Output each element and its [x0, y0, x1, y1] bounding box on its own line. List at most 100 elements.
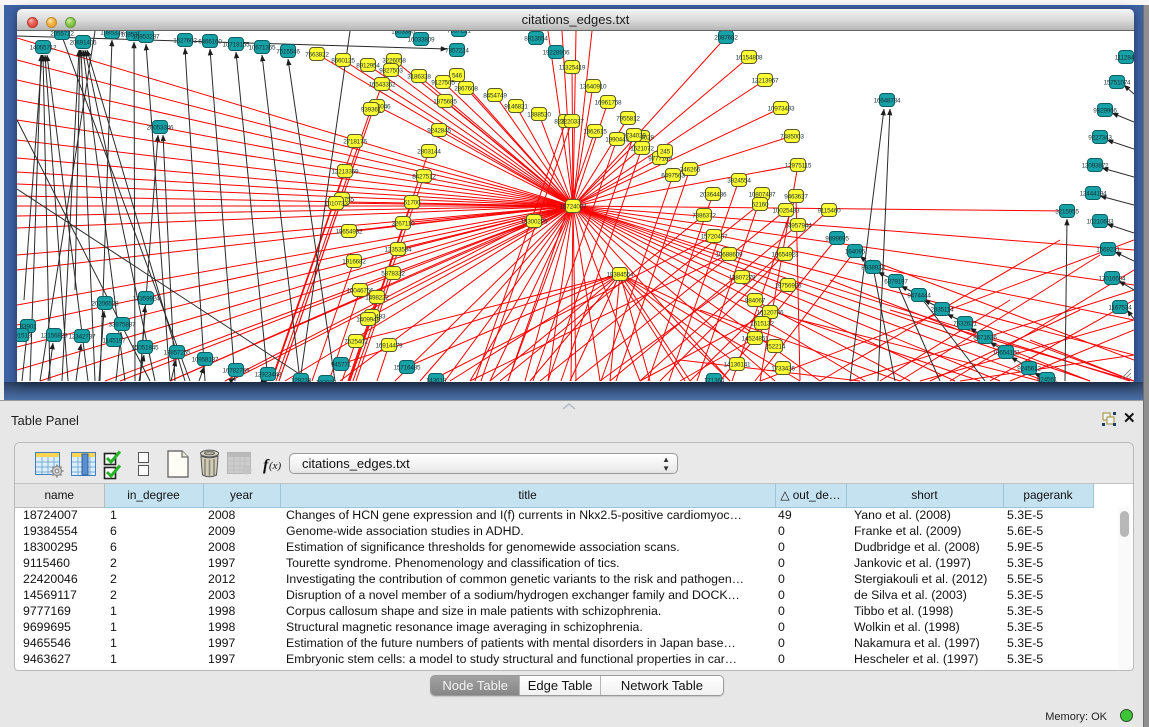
- svg-text:1145197: 1145197: [102, 337, 126, 344]
- svg-text:9474444: 9474444: [907, 292, 931, 299]
- svg-text:9115460: 9115460: [817, 207, 841, 214]
- svg-text:984067: 984067: [745, 297, 766, 304]
- svg-text:252214: 252214: [765, 343, 786, 350]
- svg-text:14524851: 14524851: [742, 335, 769, 342]
- svg-text:10853287: 10853287: [133, 33, 160, 40]
- svg-text:1409948: 1409948: [356, 316, 380, 323]
- svg-text:13807279: 13807279: [729, 274, 756, 281]
- svg-text:9463627: 9463627: [784, 193, 808, 200]
- svg-text:1167534: 1167534: [1108, 304, 1132, 311]
- svg-text:16961758: 16961758: [595, 99, 622, 106]
- svg-text:391513: 391513: [17, 332, 32, 339]
- svg-text:19654932: 19654932: [336, 228, 363, 235]
- svg-text:1112843: 1112843: [1115, 54, 1134, 61]
- svg-text:182923: 182923: [316, 379, 337, 382]
- svg-text:12342737: 12342737: [69, 333, 96, 340]
- svg-text:20691406: 20691406: [70, 39, 97, 46]
- svg-text:12213369: 12213369: [332, 168, 359, 175]
- svg-text:245: 245: [660, 148, 671, 155]
- svg-text:19654923: 19654923: [772, 251, 799, 258]
- svg-text:8427512: 8427512: [412, 173, 436, 180]
- svg-text:7663822: 7663822: [305, 51, 329, 58]
- svg-text:546: 546: [452, 72, 463, 79]
- svg-text:1388520: 1388520: [527, 111, 551, 118]
- svg-text:3186328: 3186328: [407, 73, 431, 80]
- svg-text:15751074: 15751074: [1104, 79, 1131, 86]
- svg-text:13640910: 13640910: [580, 83, 607, 90]
- svg-text:16782759: 16782759: [223, 367, 250, 374]
- svg-text:19756928: 19756928: [775, 282, 802, 289]
- svg-text:6497563: 6497563: [661, 172, 685, 179]
- svg-text:9329966: 9329966: [1093, 107, 1117, 114]
- svg-text:7955812: 7955812: [616, 115, 640, 122]
- svg-text:924561: 924561: [1037, 376, 1058, 382]
- svg-text:7485003: 7485003: [780, 133, 804, 140]
- svg-text:1569231: 1569231: [1096, 246, 1120, 253]
- svg-text:1990443: 1990443: [605, 136, 629, 143]
- svg-text:12156829: 12156829: [41, 332, 68, 339]
- svg-text:12213967: 12213967: [752, 77, 779, 84]
- svg-text:6879197: 6879197: [884, 278, 908, 285]
- svg-text:10958187: 10958187: [192, 356, 219, 363]
- svg-text:62160: 62160: [752, 201, 769, 208]
- svg-text:10719155: 10719155: [223, 41, 250, 48]
- svg-text:16033809: 16033809: [408, 36, 435, 43]
- svg-text:10671355: 10671355: [249, 44, 276, 51]
- svg-text:164095: 164095: [845, 248, 866, 255]
- svg-text:19384554: 19384554: [607, 271, 634, 278]
- svg-text:1498222: 1498222: [365, 294, 389, 301]
- svg-text:7632621: 7632621: [953, 320, 977, 327]
- svg-text:10654122: 10654122: [993, 349, 1020, 356]
- svg-text:14957944: 14957944: [785, 222, 812, 229]
- svg-text:9127505: 9127505: [431, 79, 455, 86]
- svg-text:7386372: 7386372: [692, 212, 716, 219]
- svg-text:2935114: 2935114: [930, 306, 954, 313]
- svg-text:10025433: 10025433: [773, 207, 800, 214]
- svg-text:7857221: 7857221: [447, 31, 471, 34]
- svg-text:7857224: 7857224: [445, 47, 469, 54]
- svg-text:7625402: 7625402: [344, 338, 368, 345]
- svg-text:143613: 143613: [426, 377, 447, 382]
- svg-text:1615132: 1615132: [750, 320, 774, 327]
- svg-text:2867608: 2867608: [454, 85, 478, 92]
- svg-text:20364436: 20364436: [700, 191, 727, 198]
- svg-text:8912954: 8912954: [356, 62, 380, 69]
- svg-text:15716485: 15716485: [394, 364, 421, 371]
- svg-text:15720407: 15720407: [701, 233, 728, 240]
- svg-text:17359924: 17359924: [133, 295, 160, 302]
- svg-text:2087682: 2087682: [714, 34, 738, 41]
- svg-text:1527602: 1527602: [173, 37, 197, 44]
- svg-text:12353584: 12353584: [385, 246, 412, 253]
- svg-text:61700: 61700: [404, 199, 421, 206]
- svg-text:16914479: 16914479: [376, 342, 403, 349]
- svg-text:20053346: 20053346: [147, 124, 174, 131]
- svg-text:9146821: 9146821: [504, 103, 528, 110]
- svg-text:15300275: 15300275: [521, 218, 548, 225]
- svg-text:1875685: 1875685: [433, 98, 457, 105]
- svg-text:3824554: 3824554: [727, 177, 751, 184]
- svg-text:(x): (x): [269, 460, 282, 472]
- svg-text:2803144: 2803144: [417, 148, 441, 155]
- svg-text:12923448: 12923448: [255, 371, 282, 378]
- svg-text:9245612: 9245612: [1017, 365, 1041, 372]
- svg-text:8813054: 8813054: [524, 35, 548, 42]
- svg-text:17016504: 17016504: [1099, 275, 1126, 282]
- svg-text:9327503: 9327503: [379, 67, 403, 74]
- svg-text:1916682: 1916682: [342, 258, 366, 265]
- svg-text:6466160: 6466160: [198, 38, 222, 45]
- svg-text:33975887: 33975887: [109, 321, 136, 328]
- svg-text:12444194: 12444194: [1080, 190, 1107, 197]
- svg-text:129234: 129234: [291, 377, 312, 382]
- svg-text:945771: 945771: [331, 361, 352, 368]
- svg-text:14136141: 14136141: [724, 361, 751, 368]
- svg-text:939361: 939361: [361, 106, 382, 113]
- svg-text:10688609: 10688609: [716, 251, 743, 258]
- svg-text:3220337: 3220337: [560, 118, 584, 125]
- svg-text:16543362: 16543362: [369, 81, 396, 88]
- svg-text:171364: 171364: [704, 377, 725, 382]
- svg-text:1010733: 1010733: [324, 200, 348, 207]
- svg-text:3215955: 3215955: [1055, 208, 1079, 215]
- svg-text:2055712: 2055712: [50, 31, 74, 37]
- svg-text:10973493: 10973493: [768, 105, 795, 112]
- svg-text:19228906: 19228906: [543, 49, 570, 56]
